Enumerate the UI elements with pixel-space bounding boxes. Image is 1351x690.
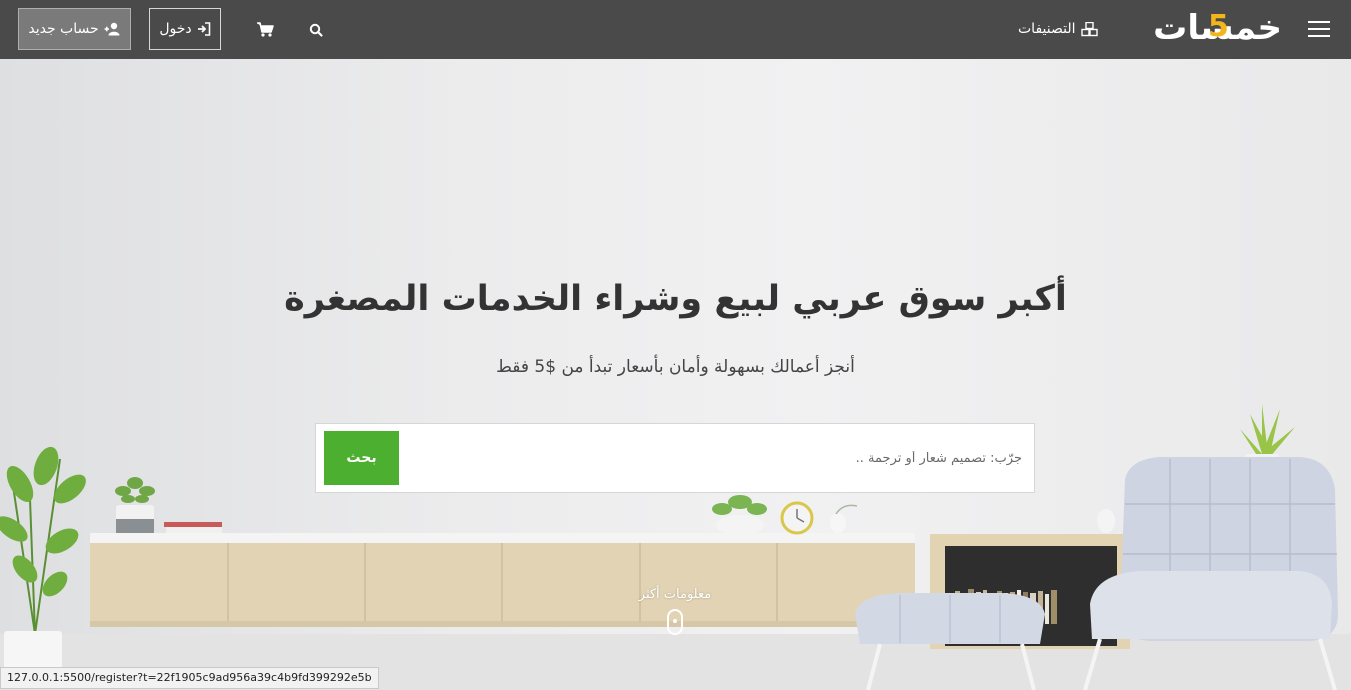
status-bar-url: 127.0.0.1:5500/register?t=22f1905c9ad956… [0,667,379,689]
site-logo[interactable]: خمسات 5 [1132,6,1282,52]
hero-section: أكبر سوق عربي لبيع وشراء الخدمات المصغرة… [0,59,1351,690]
register-button[interactable]: حساب جديد [18,8,131,50]
search-icon[interactable] [303,17,329,43]
logo-digit: 5 [1208,9,1229,44]
login-button[interactable]: دخول [149,8,221,50]
register-label: حساب جديد [28,21,99,37]
mouse-scroll-icon[interactable] [667,609,683,635]
more-info-link[interactable]: معلومات أكثر [600,587,750,602]
search-submit-button[interactable]: بحث [324,431,399,485]
hero-title: أكبر سوق عربي لبيع وشراء الخدمات المصغرة [284,279,1067,319]
categories-label: التصنيفات [1018,21,1076,37]
service-search-input[interactable] [408,430,1022,486]
hero-subtitle: أنجز أعمالك بسهولة وأمان بأسعار تبدأ من … [496,357,855,377]
categories-link[interactable]: التصنيفات [1018,16,1098,42]
hamburger-menu-icon[interactable] [1306,18,1334,40]
user-plus-icon [104,22,120,36]
login-label: دخول [159,21,192,37]
service-search-form: بحث [315,423,1035,493]
categories-icon [1080,21,1098,36]
top-navbar: خمسات 5 التصنيفات دخول حساب جديد [0,0,1351,59]
cart-icon[interactable] [252,16,278,42]
sign-in-icon [197,22,210,36]
